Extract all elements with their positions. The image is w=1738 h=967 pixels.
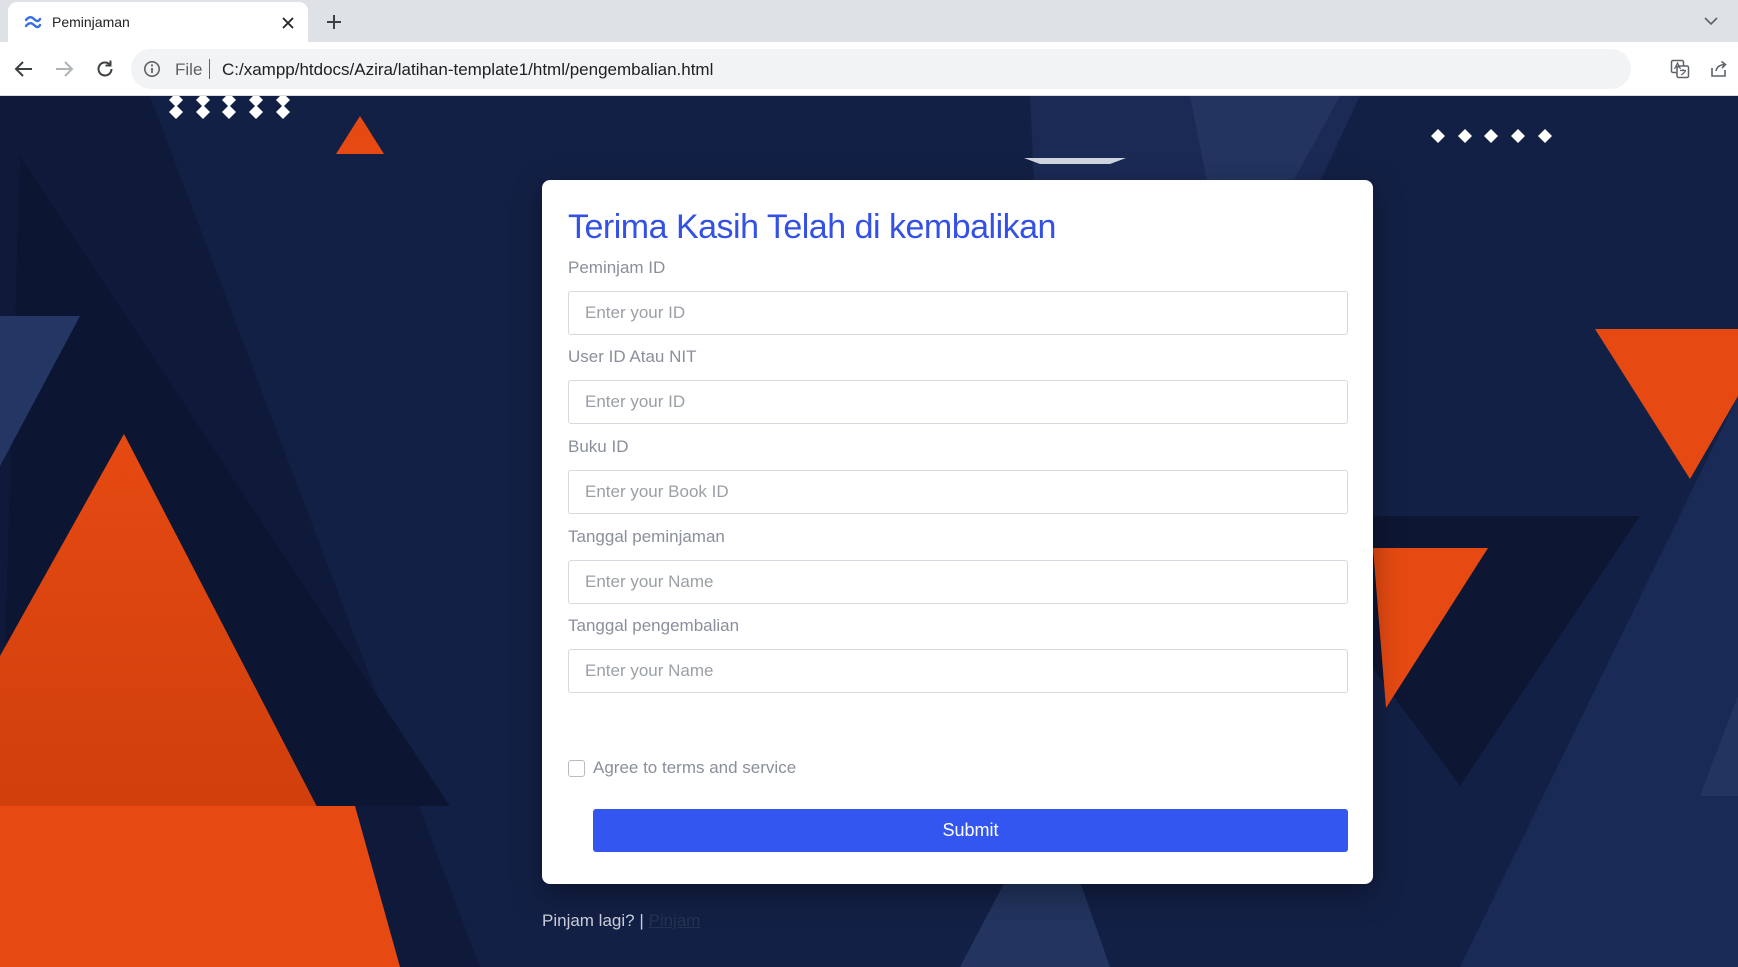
return-form-card: Terima Kasih Telah di kembalikan Peminja… xyxy=(542,180,1373,884)
address-bar[interactable]: File C:/xampp/htdocs/Azira/latihan-templ… xyxy=(131,49,1631,89)
peminjam-id-label: Peminjam ID xyxy=(568,258,666,277)
translate-icon[interactable] xyxy=(1667,56,1693,82)
user-id-label: User ID Atau NIT xyxy=(568,347,697,366)
forward-arrow-icon[interactable] xyxy=(50,55,78,83)
site-info-icon[interactable] xyxy=(143,60,161,78)
tab-close-icon[interactable] xyxy=(276,11,300,35)
share-icon[interactable] xyxy=(1706,56,1732,82)
form-field-buku-id: Buku ID xyxy=(568,437,1348,514)
terms-label[interactable]: Agree to terms and service xyxy=(593,758,796,778)
new-tab-plus-icon[interactable] xyxy=(320,8,348,36)
browser-toolbar: File C:/xampp/htdocs/Azira/latihan-templ… xyxy=(0,42,1738,96)
pinjam-link[interactable]: Pinjam xyxy=(648,911,700,930)
form-title: Terima Kasih Telah di kembalikan xyxy=(568,208,1056,246)
terms-checkbox[interactable] xyxy=(568,759,585,777)
tanggal-peminjaman-input[interactable] xyxy=(568,560,1348,604)
user-id-input[interactable] xyxy=(568,380,1348,424)
peminjam-id-input[interactable] xyxy=(568,291,1348,335)
tab-search-chevron-icon[interactable] xyxy=(1698,8,1724,34)
form-field-tanggal-pengembalian: Tanggal pengembalian xyxy=(568,616,1348,693)
tanggal-peminjaman-label: Tanggal peminjaman xyxy=(568,527,725,546)
tanggal-pengembalian-label: Tanggal pengembalian xyxy=(568,616,740,635)
url-scheme-label: File xyxy=(175,60,203,79)
back-arrow-icon[interactable] xyxy=(10,55,38,83)
footer-text: Pinjam lagi? | xyxy=(542,911,644,930)
form-field-tanggal-peminjaman: Tanggal peminjaman xyxy=(568,527,1348,604)
browser-tab-strip: Peminjaman xyxy=(0,0,1738,42)
buku-id-input[interactable] xyxy=(568,470,1348,514)
site-favicon-icon xyxy=(23,13,43,33)
form-field-peminjam-id: Peminjam ID xyxy=(568,258,1348,335)
omnibox-divider xyxy=(209,59,210,79)
tanggal-pengembalian-input[interactable] xyxy=(568,649,1348,693)
form-field-user-id: User ID Atau NIT xyxy=(568,347,1348,424)
page-viewport: Terima Kasih Telah di kembalikan Peminja… xyxy=(0,96,1738,967)
submit-button[interactable]: Submit xyxy=(593,809,1348,852)
buku-id-label: Buku ID xyxy=(568,437,629,456)
reload-icon[interactable] xyxy=(91,55,119,83)
tab-title: Peminjaman xyxy=(52,14,130,30)
browser-tab-active[interactable]: Peminjaman xyxy=(8,2,308,42)
footer-prompt: Pinjam lagi? | Pinjam xyxy=(542,911,700,931)
terms-row: Agree to terms and service xyxy=(568,756,796,780)
url-text[interactable]: C:/xampp/htdocs/Azira/latihan-template1/… xyxy=(222,60,713,80)
